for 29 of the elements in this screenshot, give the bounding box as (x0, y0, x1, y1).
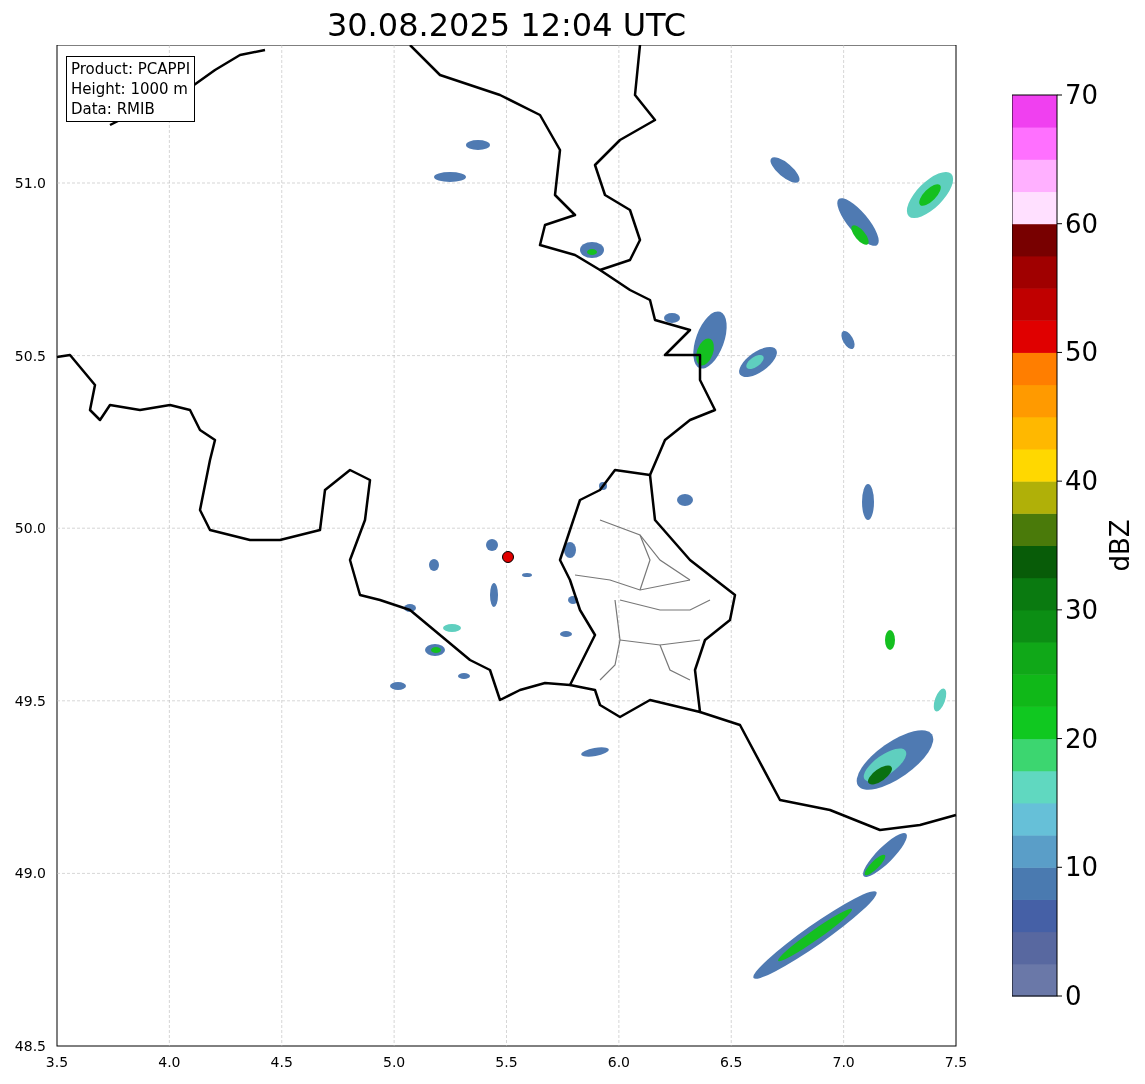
axis-tick-label: 7.5 (944, 1054, 968, 1070)
colorbar-tick-label: 30 (1065, 594, 1099, 625)
axis-tick-label: 51.0 (14, 175, 46, 191)
axis-tick-label: 4.5 (270, 1054, 293, 1070)
info-text: Data: RMIB (71, 99, 156, 119)
axis-tick-label: 6.0 (607, 1054, 630, 1070)
axis-tick-label: 4.0 (158, 1054, 181, 1070)
axis-tick-label: 49.5 (14, 692, 46, 709)
colorbar-tick-label: 50 (1065, 337, 1099, 368)
axis-tick-label: 5.5 (495, 1054, 518, 1070)
axis-tick-label: 50.0 (14, 520, 46, 537)
axis-tick-label: 6.5 (720, 1054, 743, 1070)
axis-tick-label: 50.5 (14, 347, 46, 364)
info-text: Height: 1000 m (71, 79, 189, 99)
axis-tick-label: 5.0 (383, 1054, 406, 1070)
colorbar-tick-label: 10 (1065, 852, 1099, 883)
axis-tick-label: 3.5 (45, 1054, 69, 1070)
colorbar-label: dBZ (1105, 519, 1135, 572)
axis-tick-label: 48.5 (14, 1038, 46, 1054)
colorbar-tick-label: 0 (1065, 981, 1082, 1011)
colorbar-tick-label: 20 (1065, 723, 1099, 754)
info-text: Product: PCAPPI (71, 59, 191, 79)
axis-tick-label: 49.0 (14, 865, 46, 882)
radar-site-marker (502, 551, 514, 563)
colorbar-tick-label: 70 (1065, 80, 1099, 110)
colorbar-tick-label: 60 (1065, 208, 1099, 239)
colorbar-tick-label: 40 (1065, 466, 1099, 497)
chart-title: 30.08.2025 12:04 UTC (326, 5, 687, 45)
axis-tick-label: 7.0 (832, 1054, 855, 1070)
